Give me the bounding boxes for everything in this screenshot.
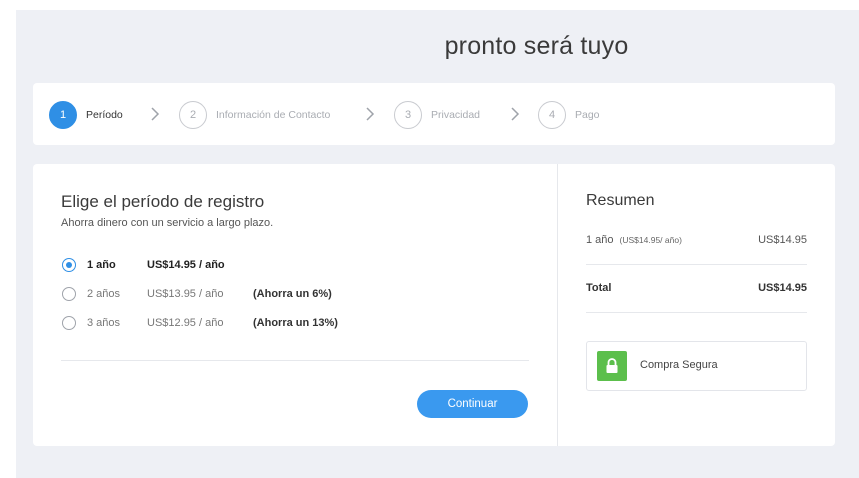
- summary-item-label: 1 año: [586, 234, 614, 246]
- step-number: 4: [538, 101, 566, 129]
- period-heading: Elige el período de registro: [61, 192, 265, 211]
- step-number: 2: [179, 101, 207, 129]
- radio-button[interactable]: [62, 287, 76, 301]
- option-price: US$14.95 / año: [147, 259, 225, 271]
- chevron-right-icon: [151, 107, 160, 121]
- chevron-right-icon: [366, 107, 375, 121]
- period-option-2[interactable]: 2 años US$13.95 / año (Ahorra un 6%): [62, 285, 332, 303]
- total-label: Total: [586, 282, 612, 294]
- step-pago[interactable]: 4 Pago: [538, 100, 600, 130]
- secure-label: Compra Segura: [640, 359, 718, 371]
- option-years: 1 año: [87, 259, 116, 271]
- continue-button[interactable]: Continuar: [417, 390, 528, 418]
- divider: [586, 264, 807, 265]
- lock-icon: [597, 351, 627, 381]
- option-years: 3 años: [87, 317, 121, 329]
- step-number: 1: [49, 101, 77, 129]
- total-price: US$14.95: [758, 282, 807, 294]
- step-label: Período: [86, 109, 123, 121]
- summary-heading: Resumen: [586, 192, 655, 209]
- period-option-3[interactable]: 3 años US$12.95 / año (Ahorra un 13%): [62, 314, 338, 332]
- page-title: pronto será tuyo: [444, 32, 629, 60]
- summary-card: Resumen 1 año (US$14.95/ año) US$14.95 To…: [558, 164, 835, 446]
- period-subheading: Ahorra dinero con un servicio a largo pl…: [61, 217, 274, 229]
- divider: [586, 312, 807, 313]
- step-periodo[interactable]: 1 Período: [49, 100, 123, 130]
- radio-button[interactable]: [62, 258, 76, 272]
- option-years: 2 años: [87, 288, 121, 300]
- step-label: Privacidad: [431, 109, 481, 121]
- step-label: Pago: [575, 109, 600, 121]
- chevron-right-icon: [511, 107, 520, 121]
- step-contacto[interactable]: 2 Información de Contacto: [179, 100, 330, 130]
- option-price: US$13.95 / año: [147, 288, 224, 300]
- option-saving: (Ahorra un 6%): [253, 288, 332, 300]
- option-price: US$12.95 / año: [147, 317, 224, 329]
- divider: [61, 360, 529, 361]
- period-option-1[interactable]: 1 año US$14.95 / año: [62, 256, 225, 274]
- option-saving: (Ahorra un 13%): [253, 317, 338, 329]
- summary-item-price: US$14.95: [758, 234, 807, 246]
- step-privacidad[interactable]: 3 Privacidad: [394, 100, 480, 130]
- step-number: 3: [394, 101, 422, 129]
- summary-item-detail: (US$14.95/ año): [619, 235, 682, 245]
- secure-purchase-badge: Compra Segura: [586, 341, 807, 391]
- checkout-stepper: 1 Período 2 Información de Contacto 3 Pr…: [33, 83, 835, 145]
- period-card: Elige el período de registro Ahorra dine…: [33, 164, 557, 446]
- step-label: Información de Contacto: [216, 109, 331, 121]
- radio-button[interactable]: [62, 316, 76, 330]
